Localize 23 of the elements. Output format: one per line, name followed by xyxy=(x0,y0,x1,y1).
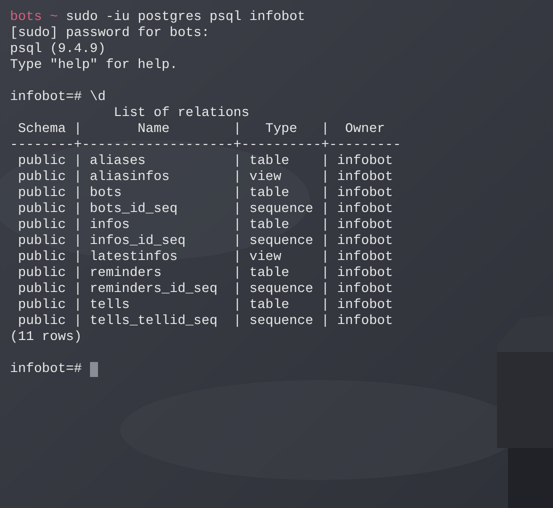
prompt-path: ~ xyxy=(50,9,58,25)
output-line: public | aliasinfos | view | infobot xyxy=(16,169,394,185)
output-line: List of relations xyxy=(112,105,250,121)
output-line: [sudo] password for bots: xyxy=(10,25,210,41)
output-line: Type "help" for help. xyxy=(10,57,178,73)
output-line: infobot=# \d xyxy=(10,89,106,105)
output-line: public | infos_id_seq | sequence | infobot xyxy=(16,233,394,249)
output-line: public | aliases | table | infobot xyxy=(16,153,394,169)
output-line: public | tells_tellid_seq | sequence | infobot xyxy=(16,313,394,329)
output-line: public | reminders | table | infobot xyxy=(16,265,394,281)
output-line: public | bots | table | infobot xyxy=(16,185,394,201)
output-line: public | reminders_id_seq | sequence | infobot xyxy=(16,281,394,297)
command-text: sudo -iu postgres psql infobot xyxy=(66,9,306,25)
output-line: --------+-------------------+----------+--------- xyxy=(10,137,401,153)
output-line: public | bots_id_seq | sequence | infobot xyxy=(16,201,394,217)
prompt-text: infobot=# xyxy=(10,361,83,377)
output-line: psql (9.4.9) xyxy=(10,41,106,57)
output-line: (11 rows) xyxy=(10,329,82,345)
output-line: public | infos | table | infobot xyxy=(16,217,394,233)
prompt-user: bots xyxy=(10,9,42,25)
output-line: Schema | Name | Type | Owner xyxy=(16,121,386,137)
output-line: public | tells | table | infobot xyxy=(16,297,394,313)
output-line: public | latestinfos | view | infobot xyxy=(16,249,394,265)
